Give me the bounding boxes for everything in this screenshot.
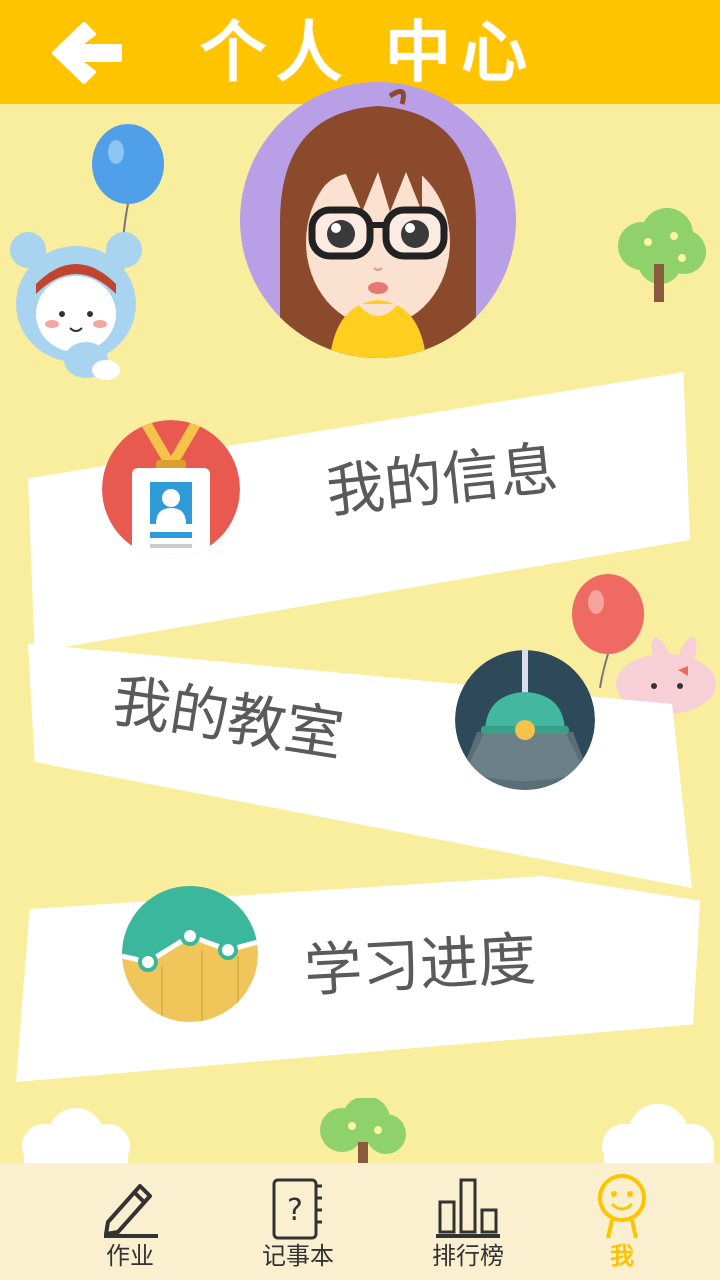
tab-label-leaderboard: 排行榜 — [432, 1242, 504, 1270]
id-badge-icon — [102, 420, 240, 558]
tab-label-notebook: 记事本 — [262, 1242, 334, 1270]
back-button[interactable] — [46, 18, 126, 88]
pencil-icon — [104, 1184, 158, 1238]
progress-chart-icon — [122, 886, 258, 1022]
bear-balloon-decoration — [10, 124, 164, 380]
bar-chart-icon — [436, 1178, 500, 1238]
back-arrow-icon — [52, 22, 122, 84]
tab-notebook[interactable]: ? 记事本 — [248, 1170, 348, 1276]
girl-avatar-icon — [240, 82, 516, 358]
tab-label-homework: 作业 — [106, 1242, 154, 1270]
notebook-icon: ? — [272, 1178, 322, 1240]
small-tree-decoration — [320, 1098, 406, 1168]
svg-text:?: ? — [287, 1193, 303, 1228]
cloud-decoration-left — [22, 1108, 130, 1166]
smiley-person-icon — [598, 1174, 646, 1239]
tab-label-me: 我 — [610, 1242, 634, 1270]
menu-label-learning-progress: 学习进度 — [302, 924, 538, 1006]
lamp-icon — [455, 650, 595, 790]
tab-homework[interactable]: 作业 — [80, 1170, 180, 1276]
tab-me[interactable]: 我 — [572, 1170, 672, 1276]
cloud-decoration-right — [602, 1104, 714, 1166]
tab-leaderboard[interactable]: 排行榜 — [418, 1170, 518, 1276]
tree-decoration — [618, 208, 706, 302]
user-avatar[interactable] — [240, 82, 516, 358]
